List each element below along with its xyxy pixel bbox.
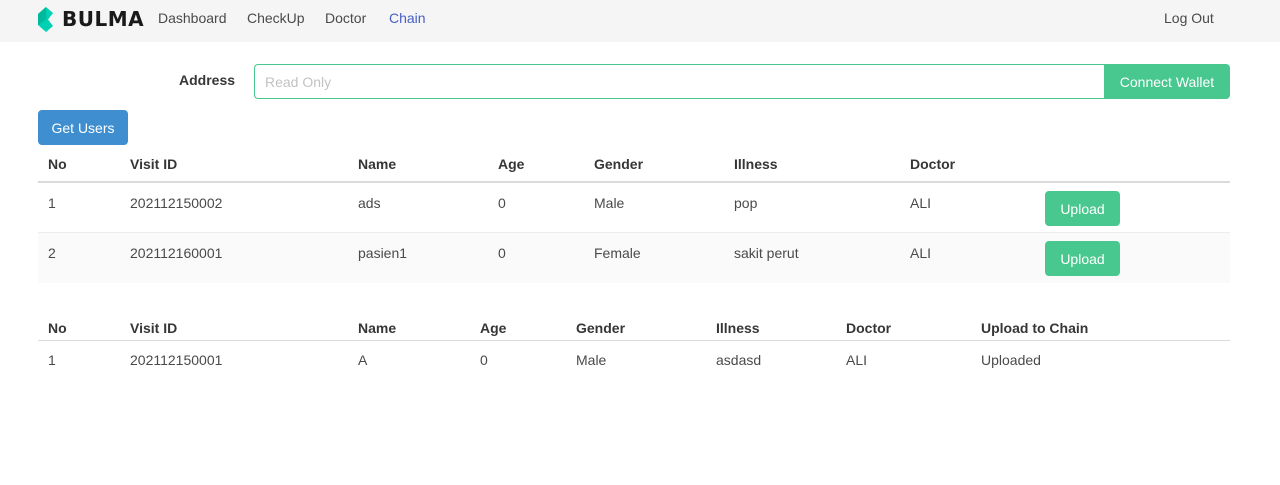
- cell-name: pasien1: [358, 245, 408, 261]
- cell-visit-id: 202112150002: [130, 195, 223, 211]
- cell-illness: asdasd: [716, 352, 762, 368]
- column-header-no: No: [48, 156, 67, 172]
- nav-item-dashboard[interactable]: Dashboard: [158, 10, 227, 26]
- uploaded-visits-table: No Visit ID Name Age Gender Illness Doct…: [38, 306, 1230, 379]
- column-header-gender: Gender: [576, 320, 626, 336]
- table-row: 1 202112150001 A 0 Male asdasd ALI Uploa…: [38, 341, 1230, 379]
- address-label: Address: [179, 72, 236, 88]
- cell-no: 1: [48, 195, 56, 211]
- brand-name: BULMA: [62, 7, 145, 31]
- cell-doctor: ALI: [910, 245, 932, 261]
- cell-visit-id: 202112160001: [130, 245, 223, 261]
- column-header-visit-id: Visit ID: [130, 156, 178, 172]
- table-row: 2 202112160001 pasien1 0 Female sakit pe…: [38, 233, 1230, 283]
- connect-wallet-button[interactable]: Connect Wallet: [1104, 64, 1230, 99]
- column-header-age: Age: [498, 156, 525, 172]
- table-header: No Visit ID Name Age Gender Illness Doct…: [38, 150, 1230, 183]
- brand-logo[interactable]: BULMA: [37, 6, 144, 32]
- cell-gender: Male: [594, 195, 625, 211]
- upload-button[interactable]: Upload: [1045, 241, 1120, 276]
- cell-name: A: [358, 352, 368, 368]
- nav-item-chain[interactable]: Chain: [389, 10, 426, 26]
- cell-doctor: ALI: [846, 352, 868, 368]
- cell-illness: pop: [734, 195, 758, 211]
- table-header: No Visit ID Name Age Gender Illness Doct…: [38, 306, 1230, 341]
- address-input[interactable]: [254, 64, 1105, 99]
- column-header-doctor: Doctor: [910, 156, 956, 172]
- cell-age: 0: [498, 195, 506, 211]
- cell-visit-id: 202112150001: [130, 352, 223, 368]
- cell-illness: sakit perut: [734, 245, 799, 261]
- table-row: 1 202112150002 ads 0 Male pop ALI Upload: [38, 183, 1230, 233]
- logout-button[interactable]: Log Out: [1164, 10, 1214, 26]
- bulma-logo-icon: [38, 6, 53, 32]
- column-header-illness: Illness: [716, 320, 760, 336]
- cell-no: 2: [48, 245, 56, 261]
- cell-age: 0: [498, 245, 506, 261]
- column-header-upload-to-chain: Upload to Chain: [981, 320, 1089, 336]
- get-users-button[interactable]: Get Users: [38, 110, 128, 145]
- cell-doctor: ALI: [910, 195, 932, 211]
- column-header-name: Name: [358, 320, 397, 336]
- column-header-name: Name: [358, 156, 397, 172]
- cell-gender: Male: [576, 352, 607, 368]
- nav-item-doctor[interactable]: Doctor: [325, 10, 366, 26]
- column-header-illness: Illness: [734, 156, 778, 172]
- upload-button[interactable]: Upload: [1045, 191, 1120, 226]
- cell-name: ads: [358, 195, 381, 211]
- cell-upload-status: Uploaded: [981, 352, 1041, 368]
- pending-visits-table: No Visit ID Name Age Gender Illness Doct…: [38, 150, 1230, 283]
- cell-no: 1: [48, 352, 56, 368]
- column-header-no: No: [48, 320, 67, 336]
- nav-item-checkup[interactable]: CheckUp: [247, 10, 305, 26]
- column-header-visit-id: Visit ID: [130, 320, 178, 336]
- cell-gender: Female: [594, 245, 641, 261]
- navbar: BULMA Dashboard CheckUp Doctor Chain Log…: [0, 0, 1280, 42]
- column-header-gender: Gender: [594, 156, 644, 172]
- cell-age: 0: [480, 352, 488, 368]
- column-header-doctor: Doctor: [846, 320, 892, 336]
- column-header-age: Age: [480, 320, 507, 336]
